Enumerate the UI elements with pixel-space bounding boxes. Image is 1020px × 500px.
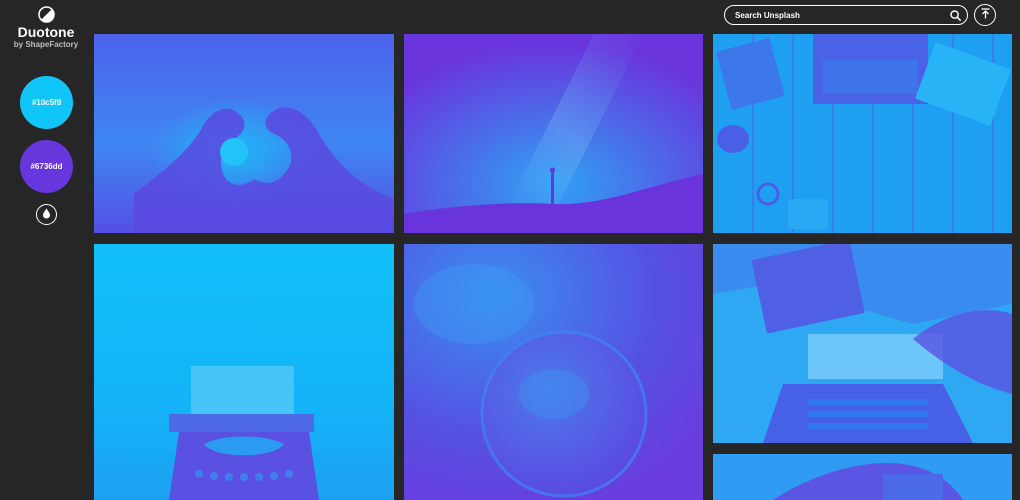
photo-night-sky[interactable]	[404, 34, 703, 233]
water-drop-button[interactable]	[36, 204, 57, 225]
primary-color-label: #10c5f8	[31, 98, 62, 107]
photo-typewriter[interactable]	[94, 244, 394, 500]
upload-button[interactable]	[974, 4, 996, 26]
app-subtitle: by ShapeFactory	[13, 40, 79, 49]
search-bar	[724, 5, 968, 25]
photo-heart-hands[interactable]	[94, 34, 394, 233]
search-icon[interactable]	[946, 6, 964, 24]
half-circle-logo-icon	[38, 6, 55, 23]
water-drop-icon	[42, 206, 51, 224]
primary-color-swatch[interactable]: #10c5f8	[20, 76, 73, 129]
photo-typewriter-desk[interactable]	[713, 34, 1012, 233]
secondary-color-label: #6736dd	[30, 162, 63, 171]
sidebar: Duotone by ShapeFactory #10c5f8 #6736dd	[0, 0, 92, 500]
photo-laptop-writing[interactable]	[713, 244, 1012, 443]
secondary-color-swatch[interactable]: #6736dd	[20, 140, 73, 193]
photo-nebula-planet[interactable]	[404, 244, 703, 500]
photo-hands[interactable]	[713, 454, 1012, 500]
arrow-up-icon	[980, 6, 991, 24]
search-input[interactable]	[735, 10, 946, 20]
app-title: Duotone	[17, 24, 75, 40]
